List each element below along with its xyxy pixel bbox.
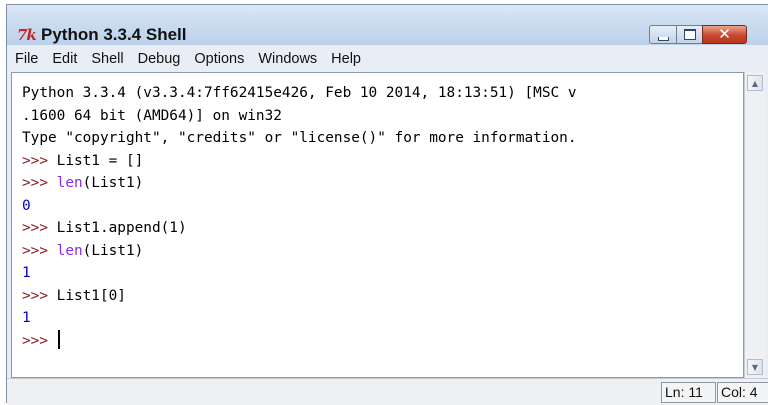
shell-code: (List1) — [82, 242, 144, 259]
shell-result: 0 — [22, 197, 31, 214]
scroll-up-button[interactable]: ▲ — [747, 75, 763, 91]
shell-prompt: >>> — [22, 287, 57, 304]
title-bar[interactable]: 7k Python 3.3.4 Shell ✕ — [7, 5, 768, 45]
shell-code: len — [56, 242, 83, 259]
shell-line: >>> List1[0] — [22, 285, 577, 308]
maximize-icon — [683, 29, 696, 40]
status-bar: Ln: 11 Col: 4 — [7, 378, 768, 405]
line-number-indicator: Ln: 11 — [661, 382, 716, 403]
menu-options[interactable]: Options — [187, 51, 251, 67]
shell-code: len — [56, 175, 83, 191]
vertical-scrollbar[interactable]: ▲ ▼ — [744, 72, 765, 378]
text-cursor — [57, 329, 60, 349]
shell-code: List1 = [] — [56, 152, 144, 169]
scroll-down-button[interactable]: ▼ — [747, 359, 763, 375]
shell-prompt: >>> — [22, 242, 57, 259]
shell-prompt: >>> — [22, 175, 57, 191]
shell-result: 1 — [22, 310, 31, 326]
shell-result: 1 — [22, 265, 31, 281]
shell-code: Python 3.3.4 (v3.3.4:7ff62415e426, Feb 1… — [22, 85, 577, 101]
shell-line: Type "copyright", "credits" or "license(… — [22, 127, 577, 150]
minimize-button[interactable] — [649, 25, 677, 44]
shell-line: 0 — [22, 195, 577, 218]
shell-line: 1 — [22, 262, 577, 285]
shell-line: Python 3.3.4 (v3.3.4:7ff62415e426, Feb 1… — [22, 82, 577, 105]
shell-line: 1 — [22, 307, 577, 330]
minimize-icon — [657, 36, 669, 41]
shell-prompt: >>> — [22, 220, 57, 236]
menu-debug[interactable]: Debug — [131, 51, 188, 67]
shell-text-area[interactable]: Python 3.3.4 (v3.3.4:7ff62415e426, Feb 1… — [11, 72, 744, 378]
close-button[interactable]: ✕ — [702, 25, 747, 44]
shell-line: >>> len(List1) — [22, 240, 577, 263]
column-number-indicator: Col: 4 — [717, 382, 768, 403]
menu-bar: File Edit Shell Debug Options Windows He… — [7, 48, 768, 70]
shell-line: .1600 64 bit (AMD64)] on win32 — [22, 105, 577, 128]
menu-help[interactable]: Help — [324, 51, 368, 67]
shell-code: List1[0] — [56, 287, 126, 304]
menu-file[interactable]: File — [7, 51, 45, 67]
chevron-up-icon: ▲ — [751, 78, 759, 88]
shell-line: >>> List1.append(1) — [22, 217, 577, 240]
shell-line: >>> — [22, 329, 577, 353]
shell-prompt: >>> — [22, 152, 57, 169]
python-idle-icon: 7k — [17, 26, 37, 44]
chevron-down-icon: ▼ — [751, 362, 759, 372]
menu-shell[interactable]: Shell — [84, 51, 130, 67]
shell-line: >>> List1 = [] — [22, 150, 577, 173]
menu-windows[interactable]: Windows — [251, 51, 324, 67]
shell-line: >>> len(List1) — [22, 172, 577, 195]
shell-code: Type "copyright", "credits" or "license(… — [22, 130, 577, 146]
maximize-button[interactable] — [676, 25, 703, 44]
window-title: Python 3.3.4 Shell — [41, 25, 187, 44]
menu-edit[interactable]: Edit — [45, 51, 84, 67]
close-icon: ✕ — [718, 25, 731, 43]
shell-window: 7k Python 3.3.4 Shell ✕ File Edit Shell … — [6, 4, 768, 405]
shell-code: List1.append(1) — [56, 220, 187, 236]
shell-code: (List1) — [82, 175, 144, 191]
shell-output: Python 3.3.4 (v3.3.4:7ff62415e426, Feb 1… — [22, 82, 577, 352]
shell-code: .1600 64 bit (AMD64)] on win32 — [22, 107, 282, 124]
shell-prompt: >>> — [22, 332, 57, 349]
